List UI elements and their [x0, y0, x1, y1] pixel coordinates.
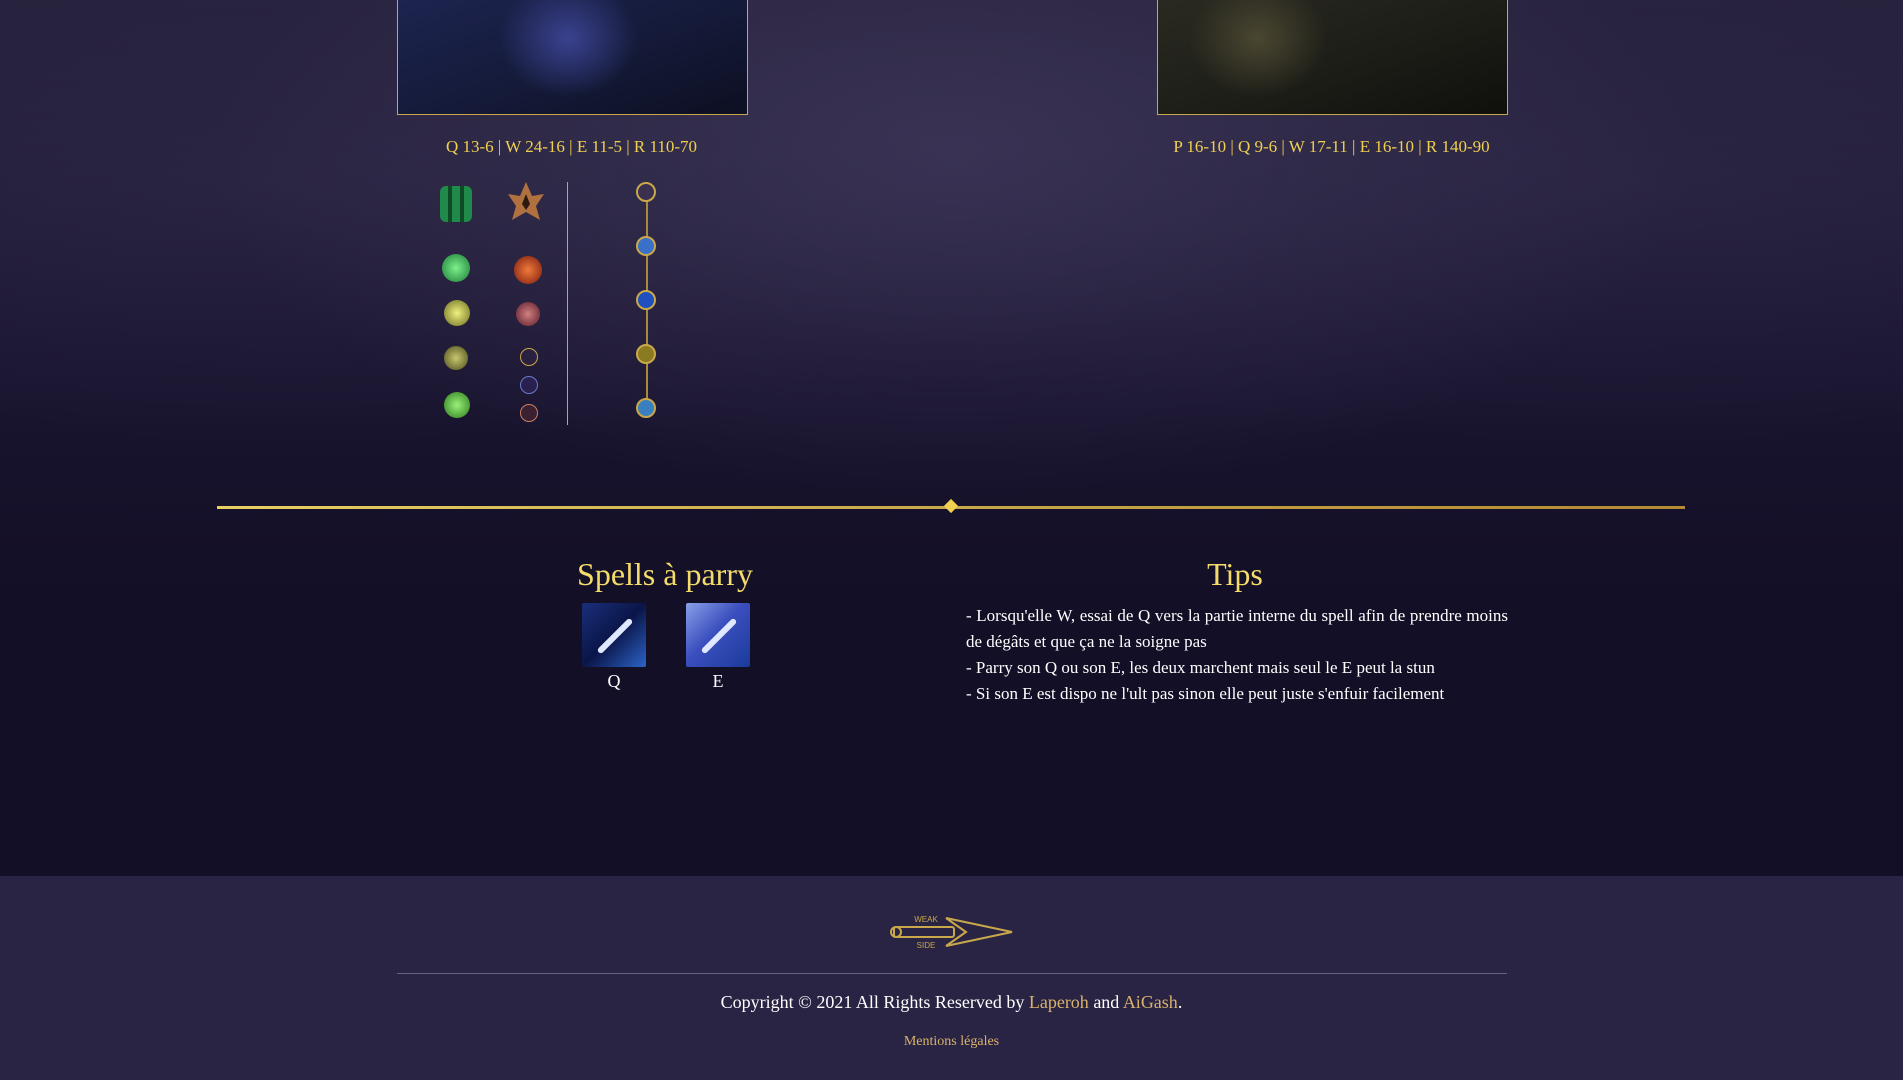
tip-item: - Si son E est dispo ne l'ult pas sinon …	[966, 684, 1445, 703]
shard-attack-speed-icon	[520, 348, 538, 366]
skill-1-icon	[636, 182, 656, 202]
footer-divider	[397, 973, 1507, 974]
champion-splash-right	[1157, 0, 1508, 115]
tip-item: - Lorsqu'elle W, essai de Q vers la part…	[966, 606, 1508, 651]
svg-text:WEAK: WEAK	[914, 915, 938, 924]
tips-list: - Lorsqu'elle W, essai de Q vers la part…	[966, 603, 1508, 707]
rune-cheap-shot-icon	[514, 256, 542, 284]
domination-tree-icon	[508, 182, 544, 220]
copyright: Copyright © 2021 All Rights Reserved by …	[0, 992, 1903, 1013]
copyright-suffix: .	[1177, 992, 1183, 1012]
copyright-prefix: Copyright © 2021 All Rights Reserved by	[720, 992, 1029, 1012]
rune-taste-of-blood-icon	[516, 302, 540, 326]
spell-e-icon	[686, 603, 750, 667]
spell-e-key: E	[712, 671, 724, 691]
copyright-and: and	[1088, 992, 1123, 1012]
resolve-tree-icon	[440, 186, 472, 222]
cooldowns-right: P 16-10 | Q 9-6 | W 17-11 | E 16-10 | R …	[1173, 137, 1490, 156]
skill-5-icon	[636, 398, 656, 418]
shard-armor-icon	[520, 404, 538, 422]
skill-2-icon	[636, 236, 656, 256]
spell-q-icon	[582, 603, 646, 667]
spell-q: Q	[582, 603, 646, 692]
champion-splash-left	[397, 0, 748, 115]
rune-conditioning-icon	[444, 346, 468, 370]
spell-e: E	[686, 603, 750, 692]
weakside-logo-icon[interactable]: WEAK SIDE	[888, 912, 1014, 952]
cooldowns-left: Q 13-6 | W 24-16 | E 11-5 | R 110-70	[445, 137, 698, 156]
rune-overgrowth-icon	[444, 392, 470, 418]
rune-separator	[567, 182, 568, 425]
shard-adaptive-icon	[520, 376, 538, 394]
svg-text:SIDE: SIDE	[917, 941, 936, 950]
skill-4-icon	[636, 344, 656, 364]
skill-3-icon	[636, 290, 656, 310]
author-link-aigash[interactable]: AiGash	[1123, 992, 1178, 1012]
spells-title: Spells à parry	[577, 556, 753, 592]
spell-q-key: Q	[607, 671, 621, 691]
rune-demolish-icon	[444, 300, 470, 326]
rune-page	[430, 178, 700, 428]
tip-item: - Parry son Q ou son E, les deux marchen…	[966, 658, 1435, 677]
rune-grasp-icon	[442, 254, 470, 282]
legal-link[interactable]: Mentions légales	[0, 1034, 1903, 1050]
author-link-laperoh[interactable]: Laperoh	[1029, 992, 1089, 1012]
tips-title: Tips	[1207, 556, 1263, 592]
footer: WEAK SIDE Copyright © 2021 All Rights Re…	[0, 876, 1903, 1080]
